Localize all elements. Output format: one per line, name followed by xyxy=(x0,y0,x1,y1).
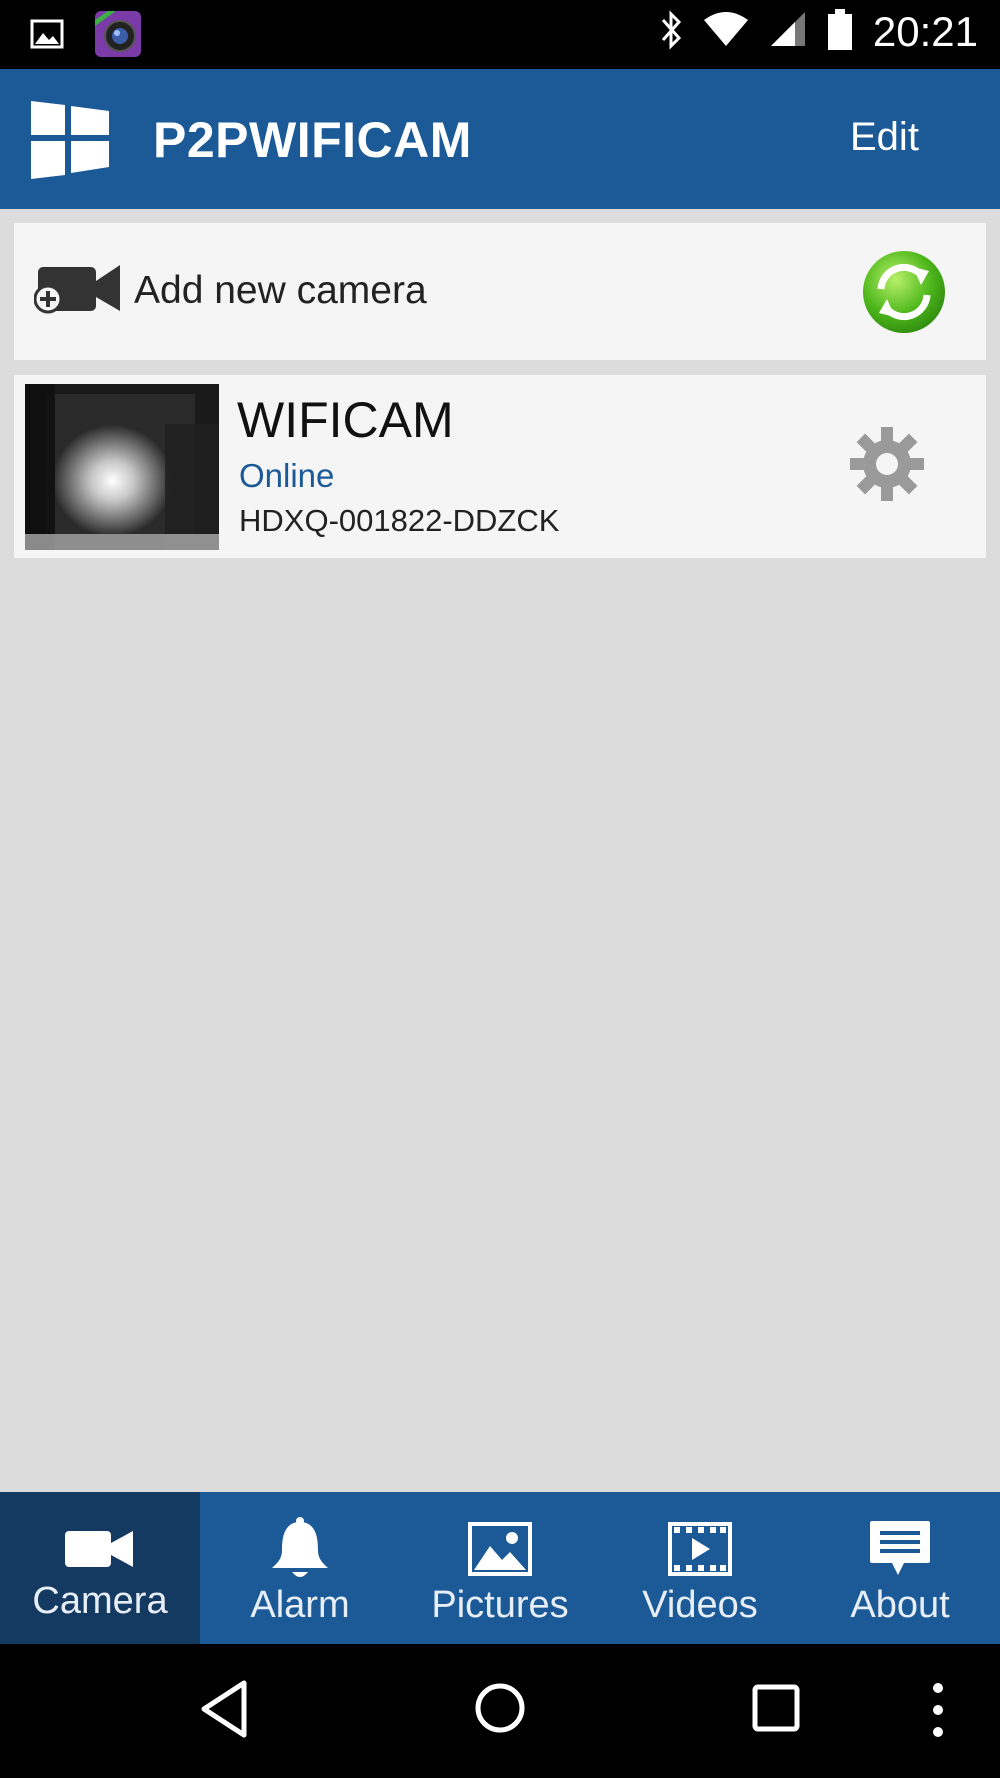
signal-icon xyxy=(769,12,807,52)
edit-button[interactable]: Edit xyxy=(850,115,919,160)
tab-label: Alarm xyxy=(250,1584,350,1626)
app-bar: P2PWIFICAM Edit xyxy=(0,69,1000,209)
app-logo-icon xyxy=(27,97,113,183)
chat-bubble-icon xyxy=(868,1514,932,1584)
recents-icon[interactable] xyxy=(752,1684,800,1736)
add-camera-icon xyxy=(33,263,134,331)
battery-icon xyxy=(827,9,853,55)
system-nav-bar xyxy=(0,1644,1000,1778)
app-title: P2PWIFICAM xyxy=(153,112,472,168)
bell-icon xyxy=(270,1514,330,1584)
tab-videos[interactable]: Videos xyxy=(600,1492,800,1644)
camera-list: Add new camera WIFICAM Online HDXQ-00182… xyxy=(0,209,1000,1492)
home-icon[interactable] xyxy=(474,1682,526,1738)
tab-alarm[interactable]: Alarm xyxy=(200,1492,400,1644)
tab-label: Pictures xyxy=(431,1584,569,1626)
film-icon xyxy=(668,1514,732,1584)
gallery-icon xyxy=(30,19,64,53)
status-bar: 20:21 xyxy=(0,0,1000,69)
add-camera-row[interactable]: Add new camera xyxy=(14,223,986,360)
back-icon[interactable] xyxy=(198,1679,250,1743)
bluetooth-icon xyxy=(659,10,683,54)
tab-camera[interactable]: Camera xyxy=(0,1492,200,1644)
tab-about[interactable]: About xyxy=(800,1492,1000,1644)
camera-thumbnail[interactable] xyxy=(25,384,219,550)
overflow-menu-icon[interactable] xyxy=(930,1680,946,1744)
gear-icon[interactable] xyxy=(848,425,926,503)
video-camera-icon xyxy=(65,1514,135,1584)
add-camera-label: Add new camera xyxy=(134,269,427,312)
camera-list-item[interactable]: WIFICAM Online HDXQ-001822-DDZCK xyxy=(14,375,986,558)
tab-label: About xyxy=(850,1584,950,1626)
tab-label: Camera xyxy=(32,1580,168,1622)
clock: 20:21 xyxy=(872,8,978,55)
camera-uid: HDXQ-001822-DDZCK xyxy=(239,503,560,538)
refresh-icon[interactable] xyxy=(861,249,947,335)
wifi-icon xyxy=(703,12,749,52)
bottom-tab-bar: Camera Alarm Pictures Videos About xyxy=(0,1492,1000,1644)
picture-icon xyxy=(468,1514,532,1584)
camera-status: Online xyxy=(239,457,335,494)
ipcam-app-icon xyxy=(94,10,142,62)
tab-pictures[interactable]: Pictures xyxy=(400,1492,600,1644)
tab-label: Videos xyxy=(642,1584,758,1626)
camera-name: WIFICAM xyxy=(237,392,454,448)
